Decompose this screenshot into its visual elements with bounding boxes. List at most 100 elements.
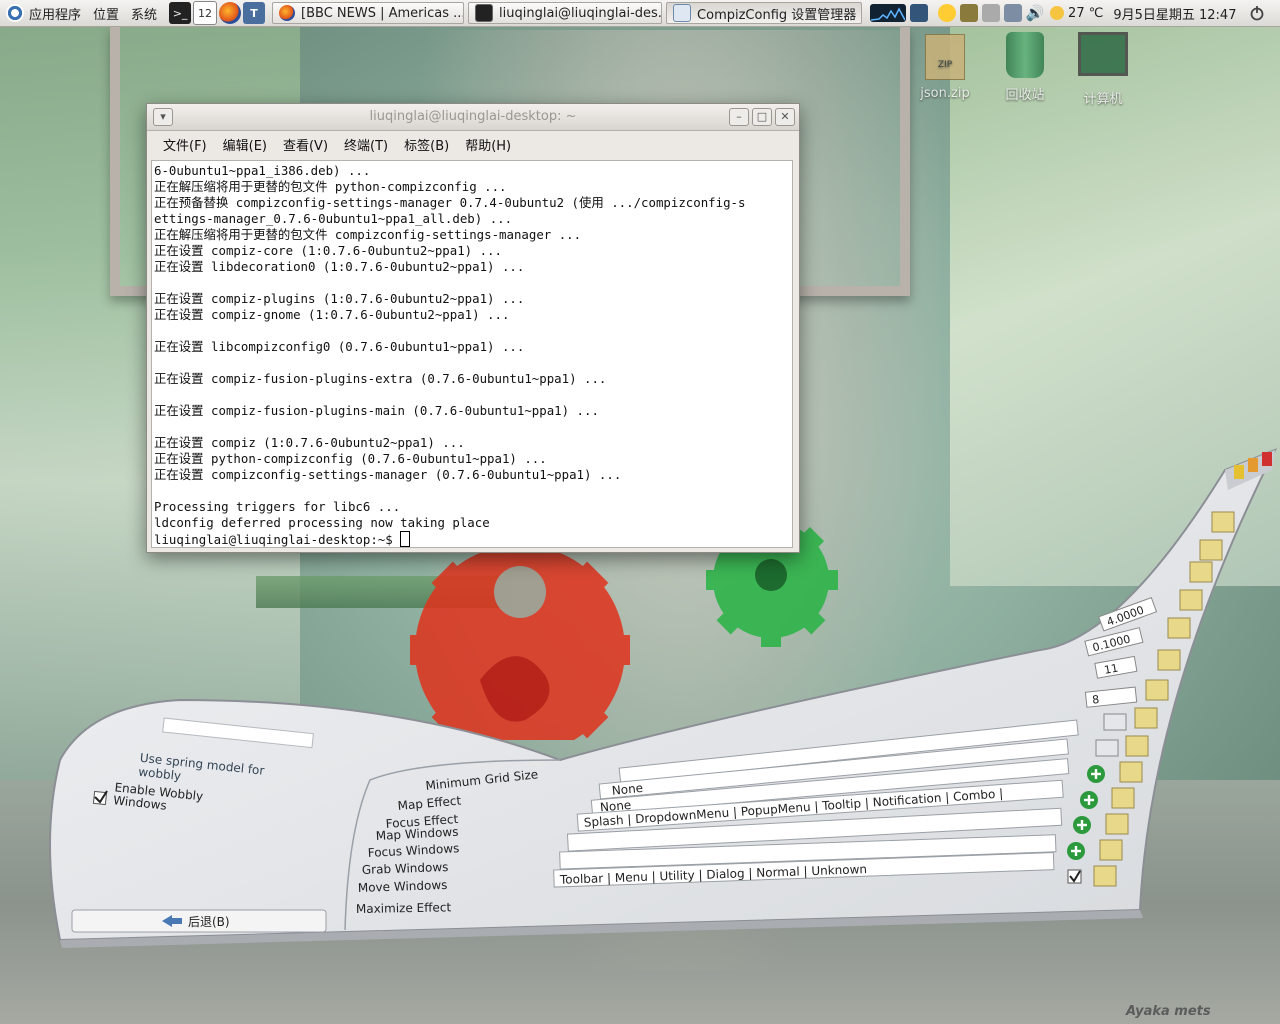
ccsm-maximize-icon[interactable]: [1248, 458, 1258, 472]
menu-tabs[interactable]: 标签(B): [396, 135, 457, 154]
trash-icon: [1006, 32, 1044, 78]
system-monitor-icon[interactable]: [870, 4, 907, 22]
enable-wobbly-checkbox[interactable]: [92, 790, 108, 806]
network-icon[interactable]: [1004, 4, 1023, 22]
reset-icon[interactable]: [1111, 787, 1135, 809]
reset-icon[interactable]: [1119, 761, 1143, 783]
terminal-line: 正在设置 libcompizconfig0 (0.7.6-0ubuntu1~pp…: [154, 339, 525, 354]
terminal-titlebar[interactable]: ▾ liuqinglai@liuqinglai-desktop: ~ – □ ✕: [147, 104, 799, 131]
reset-icon[interactable]: [1134, 707, 1158, 729]
terminal-line: 正在设置 compiz-plugins (1:0.7.6-0ubuntu2~pp…: [154, 291, 525, 306]
menu-terminal[interactable]: 终端(T): [336, 135, 396, 154]
menu-file[interactable]: 文件(F): [155, 135, 215, 154]
setting-checkbox[interactable]: [1067, 869, 1082, 884]
spin-box-value: 8: [1092, 693, 1100, 707]
reset-icon[interactable]: [1167, 617, 1191, 639]
menu-help[interactable]: 帮助(H): [457, 135, 519, 154]
spin-box-value: 0.1000: [1091, 632, 1132, 654]
terminal-line: 正在解压缩将用于更替的包文件 compizconfig-settings-man…: [154, 227, 582, 242]
setting-field-value: None: [599, 798, 631, 815]
setting-field[interactable]: [559, 834, 1057, 870]
setting-label: Map Windows: [375, 825, 458, 843]
ccsm-back-button[interactable]: [71, 909, 327, 933]
system-menu-label: 系统: [131, 7, 158, 23]
menu-view[interactable]: 查看(V): [275, 135, 336, 154]
minimize-button[interactable]: –: [729, 108, 749, 126]
volume-icon[interactable]: 🔊: [1026, 4, 1045, 22]
text-editor-launcher-icon[interactable]: T: [243, 2, 266, 24]
add-icon[interactable]: [1080, 791, 1098, 809]
ccsm-close-icon[interactable]: [1262, 452, 1272, 466]
ccsm-divider: [344, 759, 561, 931]
desktop-icon-trash[interactable]: 回收站: [985, 32, 1065, 103]
desktop-icon-json-zip[interactable]: ZIP json.zip: [905, 34, 985, 101]
setting-label: Focus Effect: [385, 812, 459, 831]
update-icon[interactable]: [960, 4, 979, 22]
add-icon[interactable]: [1073, 816, 1091, 834]
close-button[interactable]: ✕: [775, 108, 795, 126]
terminal-launcher-icon[interactable]: >_: [169, 2, 192, 24]
menu-edit[interactable]: 编辑(E): [215, 135, 275, 154]
back-arrow-icon: [162, 915, 182, 927]
spin-box[interactable]: [1094, 655, 1138, 679]
ccsm-search-field[interactable]: [162, 717, 314, 749]
maximize-button[interactable]: □: [752, 108, 772, 126]
ccsm-minimize-icon[interactable]: [1234, 465, 1244, 479]
setting-field[interactable]: [598, 738, 1069, 800]
terminal-screen[interactable]: 6-0ubuntu1~ppa1_i386.deb) ... 正在解压缩将用于更替…: [151, 160, 793, 548]
terminal-line: 正在设置 compiz-gnome (1:0.7.6-0ubuntu2~ppa1…: [154, 307, 510, 322]
reset-icon[interactable]: [1211, 511, 1235, 533]
ccsm-left-item: Enable Wobbly: [114, 780, 204, 803]
shutdown-icon[interactable]: [1248, 4, 1266, 22]
add-icon[interactable]: [1087, 765, 1105, 783]
printer-icon[interactable]: [982, 4, 1001, 22]
setting-field[interactable]: [590, 758, 1070, 816]
terminal-menubar: 文件(F) 编辑(E) 查看(V) 终端(T) 标签(B) 帮助(H): [147, 131, 799, 157]
terminal-line: ettings-manager_0.7.6-0ubuntu1~ppa1_all.…: [154, 211, 513, 226]
calendar-launcher-icon[interactable]: 12: [193, 1, 218, 25]
spin-box[interactable]: [1084, 627, 1144, 657]
workspace-switcher-icon[interactable]: [910, 4, 929, 22]
reset-icon[interactable]: [1093, 865, 1117, 887]
spin-box[interactable]: [1084, 686, 1138, 708]
setting-label: Minimum Grid Size: [425, 767, 539, 793]
terminal-window[interactable]: ▾ liuqinglai@liuqinglai-desktop: ~ – □ ✕…: [146, 103, 800, 553]
add-icon[interactable]: [1067, 842, 1085, 860]
reset-icon[interactable]: [1145, 679, 1169, 701]
reset-icon[interactable]: [1199, 539, 1223, 561]
clock-text: 9月5日星期五 12:47: [1113, 7, 1237, 23]
task-terminal[interactable]: liuqinglai@liuqinglai-des...: [468, 2, 663, 24]
qq-icon[interactable]: [938, 4, 957, 22]
spin-box[interactable]: [1098, 597, 1158, 632]
calendar-day: 12: [198, 6, 213, 20]
clock-applet[interactable]: 9月5日星期五 12:47: [1107, 0, 1242, 26]
reset-icon[interactable]: [1179, 589, 1203, 611]
reset-icon[interactable]: [1105, 813, 1129, 835]
applications-menu[interactable]: 应用程序: [0, 0, 87, 26]
task-compizconfig[interactable]: CompizConfig 设置管理器: [666, 2, 863, 24]
spin-box-value: 4.0000: [1105, 603, 1146, 628]
wallpaper-right: [950, 26, 1280, 586]
places-menu[interactable]: 位置: [87, 0, 125, 26]
desktop-icon-computer[interactable]: 计算机: [1063, 32, 1143, 107]
task-bbc-news[interactable]: [BBC NEWS | Americas ...: [272, 2, 465, 24]
combo-button[interactable]: [1103, 713, 1127, 731]
system-menu[interactable]: 系统: [125, 0, 163, 26]
ubuntu-logo-icon: [6, 4, 24, 22]
weather-applet[interactable]: 27 ℃: [1046, 0, 1107, 26]
reset-icon[interactable]: [1099, 839, 1123, 861]
setting-field[interactable]: [576, 779, 1064, 832]
reset-icon[interactable]: [1125, 735, 1149, 757]
terminal-line: 正在设置 compiz (1:0.7.6-0ubuntu2~ppa1) ...: [154, 435, 465, 450]
combo-button[interactable]: [1095, 739, 1119, 757]
setting-field[interactable]: [566, 807, 1063, 852]
spin-box-value: 11: [1103, 662, 1119, 677]
reset-icon[interactable]: [1157, 649, 1181, 671]
firefox-launcher-icon[interactable]: [219, 2, 242, 24]
reset-icon[interactable]: [1189, 561, 1213, 583]
setting-field[interactable]: [553, 852, 1055, 888]
